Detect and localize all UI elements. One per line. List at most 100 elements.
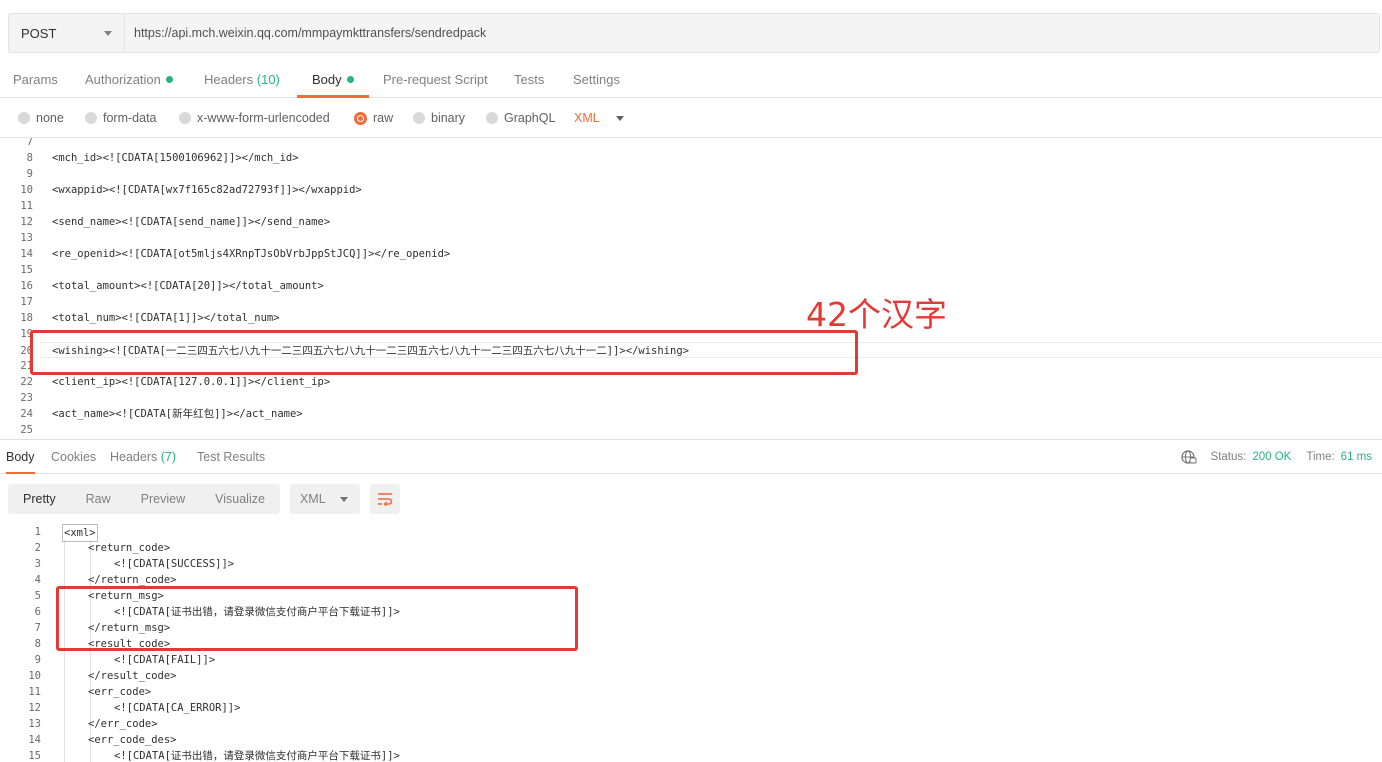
globe-icon[interactable]	[1180, 449, 1197, 465]
radio-urlencoded[interactable]: x-www-form-urlencoded	[179, 109, 330, 127]
editor-line[interactable]: 25	[0, 422, 1382, 438]
line-number: 24	[20, 408, 33, 420]
status-label: Status:	[1210, 451, 1247, 463]
tab-authorization[interactable]: Authorization	[85, 62, 173, 97]
code-text: </err_code>	[88, 718, 158, 730]
url-text: https://api.mch.weixin.qq.com/mmpaymkttr…	[134, 26, 487, 40]
code-text: <client_ip><![CDATA[127.0.0.1]]></client…	[52, 376, 331, 388]
line-number: 23	[20, 392, 33, 404]
resp-tab-cookies[interactable]: Cookies	[51, 440, 96, 474]
code-text: <return_code>	[88, 542, 171, 554]
resp-tab-headers[interactable]: Headers (7)	[110, 440, 176, 474]
line-number: 10	[28, 670, 41, 682]
tab-prerequest-script[interactable]: Pre-request Script	[383, 62, 488, 97]
response-format-select[interactable]: XML	[289, 484, 360, 514]
request-tabs: Params Authorization Headers (10) Body P…	[0, 62, 1382, 98]
line-number: 20	[20, 345, 33, 357]
code-text: <err_code>	[88, 686, 152, 698]
line-number: 13	[28, 718, 41, 730]
radio-raw-label: raw	[373, 111, 394, 125]
response-status: Status: 200 OK Time: 61 ms	[1180, 440, 1372, 474]
line-number: 12	[20, 216, 33, 228]
code-text: <send_name><![CDATA[send_name]]></send_n…	[52, 216, 331, 228]
view-pretty-button[interactable]: Pretty	[8, 484, 71, 514]
time-value: 61 ms	[1340, 451, 1372, 463]
editor-line[interactable]: 14 <re_openid><![CDATA[ot5mljs4XRnpTJsObV…	[0, 246, 1382, 262]
status-dot-icon	[346, 76, 354, 83]
line-number: 2	[34, 542, 41, 554]
tab-headers[interactable]: Headers (10)	[204, 62, 280, 97]
response-line: 3 <![CDATA[SUCCESS]]>	[0, 556, 1382, 572]
view-raw-button[interactable]: Raw	[71, 484, 126, 514]
url-input[interactable]: https://api.mch.weixin.qq.com/mmpaymkttr…	[124, 13, 1380, 53]
editor-line[interactable]: 8 <mch_id><![CDATA[1500106962]]></mch_id>	[0, 150, 1382, 166]
chevron-down-icon	[339, 497, 348, 502]
editor-line[interactable]: 9	[0, 166, 1382, 182]
editor-line[interactable]: 18 <total_num><![CDATA[1]]></total_num>	[0, 310, 1382, 326]
tab-settings[interactable]: Settings	[573, 62, 620, 97]
line-number: 25	[20, 424, 33, 436]
line-number: 10	[20, 184, 33, 196]
radio-graphql-label: GraphQL	[504, 111, 556, 125]
resp-tab-test-results[interactable]: Test Results	[197, 440, 265, 474]
line-number: 11	[28, 686, 41, 698]
headers-count: (10)	[256, 72, 280, 87]
radio-urlencoded-label: x-www-form-urlencoded	[197, 111, 330, 125]
editor-line[interactable]: 22 <client_ip><![CDATA[127.0.0.1]]></clie…	[0, 374, 1382, 390]
radio-binary[interactable]: binary	[413, 109, 465, 127]
editor-line[interactable]: 12 <send_name><![CDATA[send_name]]></send…	[0, 214, 1382, 230]
editor-line[interactable]: 16 <total_amount><![CDATA[20]]></total_am…	[0, 278, 1382, 294]
response-toolbar: Pretty Raw Preview Visualize XML	[8, 484, 400, 514]
editor-line[interactable]: 24 <act_name><![CDATA[新年红包]]></act_name>	[0, 406, 1382, 422]
body-format-select[interactable]: XML	[574, 109, 624, 127]
tab-params[interactable]: Params	[13, 62, 58, 97]
resp-headers-count: (7)	[160, 450, 177, 464]
line-number: 15	[28, 750, 41, 762]
editor-line[interactable]: 10 <wxappid><![CDATA[wx7f165c82ad72793f]]…	[0, 182, 1382, 198]
editor-line[interactable]: 15	[0, 262, 1382, 278]
request-url-bar: POST https://api.mch.weixin.qq.com/mmpay…	[8, 13, 1380, 53]
tab-body[interactable]: Body	[297, 62, 369, 98]
editor-line[interactable]: 23	[0, 390, 1382, 406]
radio-raw[interactable]: raw	[354, 109, 393, 127]
request-body-editor[interactable]: 7 8 <mch_id><![CDATA[1500106962]]></mch_id…	[0, 138, 1382, 439]
method-label: POST	[21, 25, 57, 41]
line-number: 21	[20, 360, 33, 372]
tab-tests[interactable]: Tests	[514, 62, 544, 97]
tab-params-label: Params	[13, 72, 58, 87]
radio-circle-icon	[413, 112, 425, 124]
radio-none[interactable]: none	[18, 109, 64, 127]
line-number: 9	[26, 168, 33, 180]
line-number: 8	[34, 638, 41, 650]
annotation-label: 42个汉字	[806, 295, 947, 334]
wrap-lines-icon	[377, 493, 393, 506]
tab-prerequest-label: Pre-request Script	[383, 72, 488, 87]
radio-form-data[interactable]: form-data	[85, 109, 157, 127]
method-select[interactable]: POST	[8, 13, 124, 53]
code-text: <total_amount><![CDATA[20]]></total_amou…	[52, 280, 324, 292]
line-number: 22	[20, 376, 33, 388]
editor-line[interactable]: 11	[0, 198, 1382, 214]
editor-line[interactable]: 17	[0, 294, 1382, 310]
response-line: 10 </result_code>	[0, 668, 1382, 684]
line-number: 7	[34, 622, 41, 634]
response-line: 2 <return_code>	[0, 540, 1382, 556]
line-number: 7	[26, 138, 33, 148]
resp-tab-body[interactable]: Body	[6, 440, 35, 474]
wrap-lines-button[interactable]	[369, 484, 400, 514]
view-mode-group: Pretty Raw Preview Visualize	[8, 484, 280, 514]
line-number: 16	[20, 280, 33, 292]
response-line: 9 <![CDATA[FAIL]]>	[0, 652, 1382, 668]
response-line: 15 <![CDATA[证书出错，请登录微信支付商户平台下载证书]]>	[0, 748, 1382, 762]
editor-line[interactable]: 13	[0, 230, 1382, 246]
editor-line[interactable]: 7	[0, 138, 1382, 150]
tab-headers-label: Headers	[204, 72, 254, 87]
body-type-options: none form-data x-www-form-urlencoded raw…	[0, 98, 1382, 138]
line-number: 6	[34, 606, 41, 618]
view-preview-button[interactable]: Preview	[126, 484, 200, 514]
radio-graphql[interactable]: GraphQL	[486, 109, 555, 127]
line-number: 4	[34, 574, 41, 586]
line-number: 11	[20, 200, 33, 212]
response-line: 11 <err_code>	[0, 684, 1382, 700]
view-visualize-button[interactable]: Visualize	[200, 484, 280, 514]
